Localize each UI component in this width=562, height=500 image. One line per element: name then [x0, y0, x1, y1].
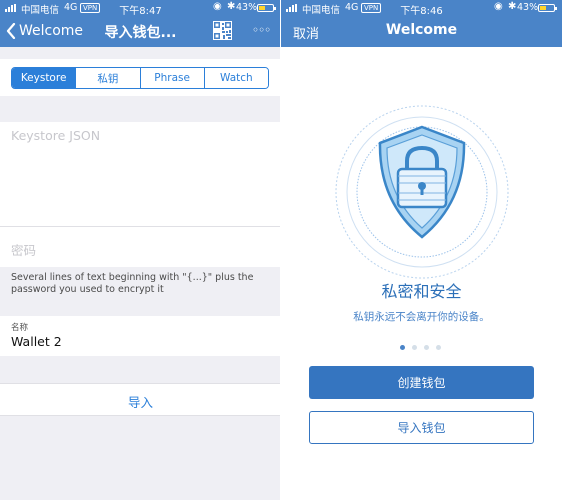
page-title: Welcome	[385, 22, 458, 38]
more-icon[interactable]: ◦◦◦	[252, 23, 271, 37]
battery-icon	[538, 4, 557, 12]
import-wallet-screen: 中国电信 4G VPN 下午8:47 ◉ ✱ 43% Welcome 导入钱包.…	[0, 0, 281, 500]
battery-percent: 43%	[236, 2, 258, 13]
wallet-name-label: 名称	[11, 323, 29, 333]
keystore-hint: Several lines of text beginning with "{.…	[11, 272, 254, 295]
tab-keystore[interactable]: Keystore	[12, 68, 77, 88]
keystore-json-input[interactable]: Keystore JSON	[0, 122, 281, 226]
segmented-control: Keystore 私钥 Phrase Watch	[11, 67, 269, 89]
right-header: 中国电信 4G VPN 下午8:46 ◉ ✱ 43% 取消 Welcome	[281, 0, 562, 47]
battery-icon	[257, 4, 276, 12]
create-wallet-button[interactable]: 创建钱包	[309, 366, 534, 399]
tab-watch[interactable]: Watch	[204, 68, 268, 88]
qr-code-icon[interactable]	[213, 21, 232, 40]
navigation-bar: Welcome 导入钱包... ◦◦◦	[0, 16, 281, 47]
wallet-name-field[interactable]: 名称 Wallet 2	[0, 316, 281, 356]
import-button[interactable]: 导入	[0, 392, 281, 411]
navigation-bar: 取消 Welcome	[281, 16, 562, 47]
password-field[interactable]: 密码	[0, 226, 281, 267]
page-dot-2[interactable]	[412, 345, 417, 350]
page-title: 导入钱包...	[104, 25, 177, 41]
location-icon: ◉	[213, 1, 222, 12]
status-bar: 中国电信 4G VPN 下午8:47 ◉ ✱ 43%	[0, 0, 281, 17]
password-placeholder: 密码	[11, 243, 37, 258]
page-dot-4[interactable]	[436, 345, 441, 350]
left-header: 中国电信 4G VPN 下午8:47 ◉ ✱ 43% Welcome 导入钱包.…	[0, 0, 281, 47]
bluetooth-icon: ✱	[508, 1, 517, 12]
welcome-screen: 中国电信 4G VPN 下午8:46 ◉ ✱ 43% 取消 Welcome 私密…	[281, 0, 562, 500]
page-indicator	[400, 345, 444, 351]
security-shield-illustration	[335, 105, 509, 279]
status-bar: 中国电信 4G VPN 下午8:46 ◉ ✱ 43%	[281, 0, 562, 17]
import-wallet-button[interactable]: 导入钱包	[309, 411, 534, 444]
battery-percent: 43%	[517, 2, 539, 13]
import-type-tabs: Keystore 私钥 Phrase Watch	[0, 59, 281, 96]
tab-private-key[interactable]: 私钥	[76, 68, 141, 88]
location-icon: ◉	[494, 1, 503, 12]
onboarding-title: 私密和安全	[381, 282, 462, 301]
import-row: 导入	[0, 383, 281, 416]
page-dot-1[interactable]	[400, 345, 405, 350]
onboarding-subtitle: 私钥永远不会离开你的设备。	[353, 311, 490, 323]
page-dot-3[interactable]	[424, 345, 429, 350]
bluetooth-icon: ✱	[227, 1, 236, 12]
keystore-placeholder: Keystore JSON	[11, 128, 101, 143]
tab-phrase[interactable]: Phrase	[140, 68, 205, 88]
wallet-name-value: Wallet 2	[11, 334, 62, 349]
